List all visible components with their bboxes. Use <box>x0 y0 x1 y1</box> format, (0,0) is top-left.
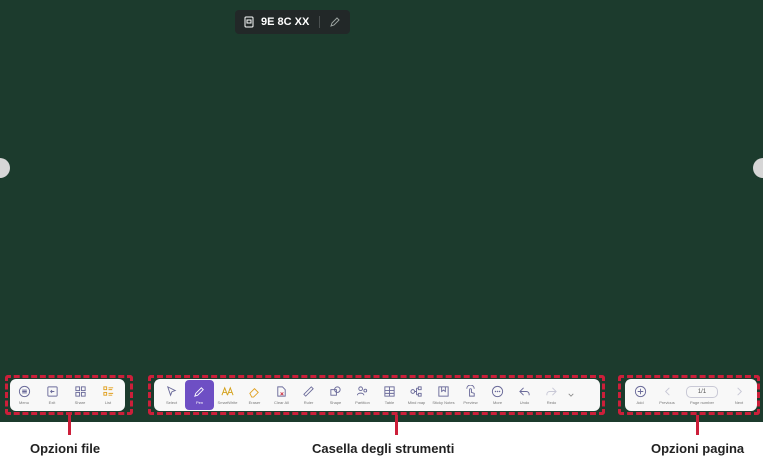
left-drawer-handle[interactable] <box>0 158 10 178</box>
toolbox-highlight <box>148 375 605 415</box>
divider <box>319 16 321 28</box>
file-options-caption: Opzioni file <box>30 441 101 456</box>
file-options-highlight <box>5 375 133 415</box>
page-options-pointer <box>696 415 699 435</box>
board-code: 9E 8C XX <box>261 16 310 28</box>
file-options-pointer <box>68 415 71 435</box>
right-drawer-handle[interactable] <box>753 158 763 178</box>
board-code-bar[interactable]: 9E 8C XX <box>235 10 350 34</box>
page-options-highlight <box>618 375 760 415</box>
whiteboard-canvas[interactable]: 9E 8C XX <box>0 0 763 422</box>
toolbox-caption: Casella degli strumenti <box>312 441 455 456</box>
board-code-icon <box>244 16 254 28</box>
page-options-caption: Opzioni pagina <box>651 441 745 456</box>
toolbox-pointer <box>395 415 398 435</box>
edit-icon[interactable] <box>329 16 341 28</box>
